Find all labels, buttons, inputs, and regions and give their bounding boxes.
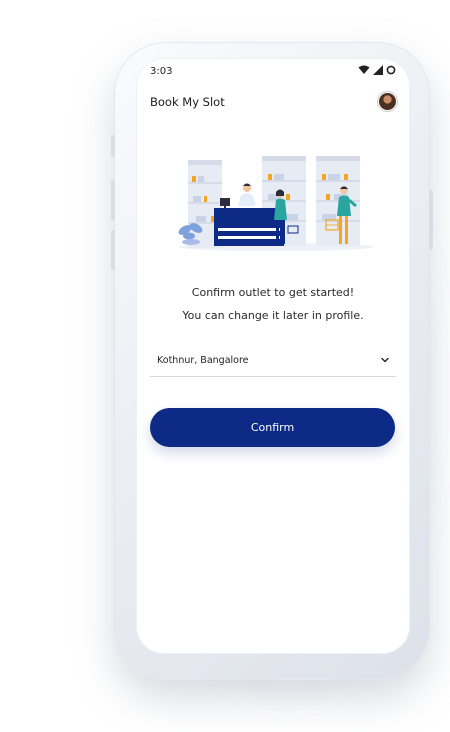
app-title: Book My Slot (150, 95, 225, 109)
confirm-message-line1: Confirm outlet to get started! (191, 286, 355, 299)
status-time: 3:03 (150, 66, 173, 77)
outlet-select[interactable]: Kothnur, Bangalore (150, 350, 396, 377)
phone-button (429, 190, 433, 250)
confirm-message-line2: You can change it later in profile. (182, 309, 364, 322)
confirm-button[interactable]: Confirm (150, 408, 395, 447)
battery-icon (386, 65, 396, 75)
status-bar: 3:03 (136, 58, 410, 84)
chevron-down-icon (381, 357, 389, 363)
pharmacy-store-illustration (178, 156, 374, 251)
phone-button (111, 230, 115, 270)
phone-button (111, 180, 115, 220)
cell-signal-icon (373, 65, 383, 75)
outlet-select-value: Kothnur, Bangalore (157, 355, 249, 366)
app-screen: 3:03 Book My Slot Confirm outlet to get … (136, 58, 410, 654)
phone-button (111, 135, 115, 157)
wifi-icon (358, 65, 370, 74)
avatar[interactable] (379, 93, 396, 110)
status-icons (358, 65, 396, 75)
